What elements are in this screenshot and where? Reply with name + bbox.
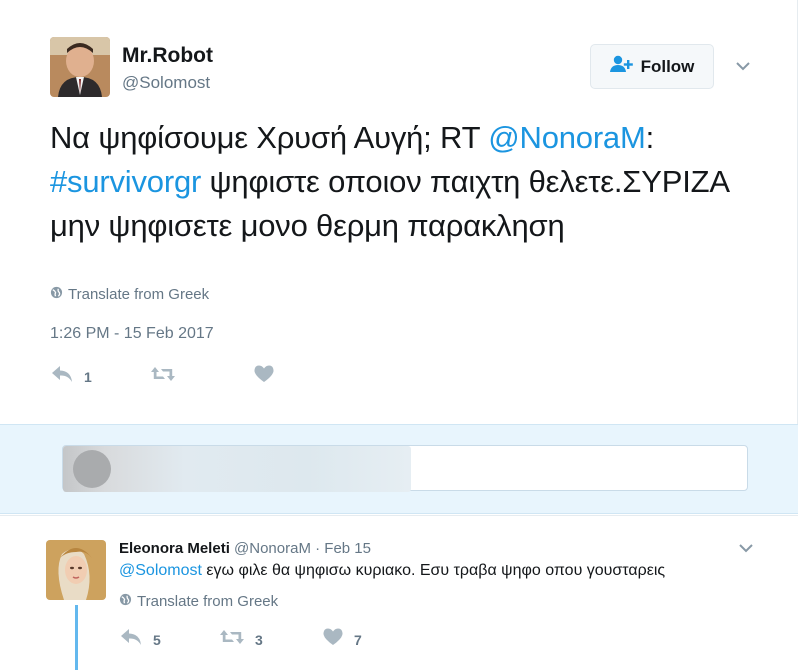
reply-text-body: εγω φιλε θα ψηφισω κυριακο. Εσυ τραβα ψη… xyxy=(201,562,666,579)
blurred-reply-content xyxy=(63,446,411,492)
chevron-down-icon[interactable] xyxy=(736,538,756,558)
translate-label: Translate from Greek xyxy=(137,593,279,610)
tweet-text: Να ψηφίσουμε Χρυσή Αυγή; RT @NonoraM: #s… xyxy=(50,116,750,248)
like-button[interactable]: 7 xyxy=(322,627,362,652)
follow-label: Follow xyxy=(640,56,695,76)
reply-author-avatar[interactable] xyxy=(46,540,106,600)
reply-author-name[interactable]: Eleonora Meleti xyxy=(119,540,230,557)
globe-icon xyxy=(50,286,63,303)
follow-person-icon xyxy=(609,55,634,78)
retweet-count: 3 xyxy=(255,631,263,648)
reply-button[interactable]: 5 xyxy=(119,627,161,652)
author-name[interactable]: Mr.Robot xyxy=(122,44,213,68)
retweet-icon xyxy=(150,364,176,389)
translate-label: Translate from Greek xyxy=(68,286,210,303)
author-avatar[interactable] xyxy=(50,37,110,97)
chevron-down-icon[interactable] xyxy=(733,56,753,76)
reply-date[interactable]: · Feb 15 xyxy=(315,540,371,557)
retweet-icon xyxy=(219,627,245,652)
mention-link[interactable]: @NonoraM xyxy=(488,120,646,155)
thread-line xyxy=(75,605,78,670)
reply-count: 5 xyxy=(153,631,161,648)
like-count: 7 xyxy=(354,631,362,648)
globe-icon xyxy=(119,593,132,610)
follow-button[interactable]: Follow xyxy=(590,44,714,89)
tweet-timestamp[interactable]: 1:26 PM - 15 Feb 2017 xyxy=(50,325,214,343)
reply-icon xyxy=(50,364,74,389)
reply-count: 1 xyxy=(84,368,92,385)
reply-input[interactable] xyxy=(62,445,748,492)
like-button[interactable] xyxy=(253,364,285,389)
reply-author-handle[interactable]: @NonoraM xyxy=(234,540,311,557)
reply-text: @Solomost εγω φιλε θα ψηφισω κυριακο. Εσ… xyxy=(119,562,665,580)
reply-composer xyxy=(0,424,798,514)
reply-tweet: Eleonora Meleti @NonoraM · Feb 15 @Solom… xyxy=(0,515,798,670)
tweet-text-part: Να ψηφίσουμε Χρυσή Αυγή; RT xyxy=(50,120,489,155)
retweet-button[interactable] xyxy=(150,364,186,389)
main-tweet: Mr.Robot @Solomost Follow Να ψηφίσουμε Χ… xyxy=(0,0,798,424)
heart-icon xyxy=(322,627,344,652)
reply-icon xyxy=(119,627,143,652)
author-handle[interactable]: @Solomost xyxy=(122,73,210,93)
retweet-button[interactable]: 3 xyxy=(219,627,263,652)
reply-mention-link[interactable]: @Solomost xyxy=(119,562,202,579)
reply-translate-link[interactable]: Translate from Greek xyxy=(119,593,278,610)
reply-header: Eleonora Meleti @NonoraM · Feb 15 xyxy=(119,540,371,557)
reply-button[interactable]: 1 xyxy=(50,364,92,389)
translate-link[interactable]: Translate from Greek xyxy=(50,286,209,303)
heart-icon xyxy=(253,364,275,389)
tweet-text-part: : xyxy=(645,120,655,155)
hashtag-link[interactable]: #survivorgr xyxy=(50,164,201,199)
